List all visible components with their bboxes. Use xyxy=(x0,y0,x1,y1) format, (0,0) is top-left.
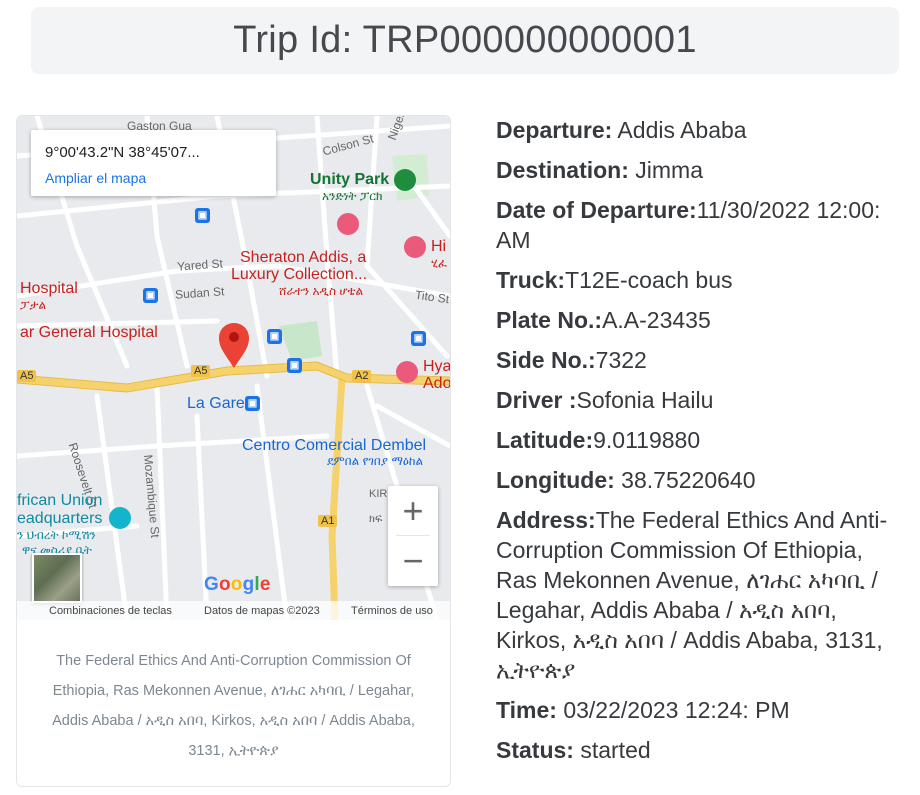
poi-hyatt-line2[interactable]: Ado xyxy=(423,375,450,393)
detail-driver: Driver :Sofonia Hailu xyxy=(496,385,906,415)
detail-date-of-departure: Date of Departure:11/30/2022 12:00: AM xyxy=(496,195,906,255)
area-label-kir-am: ክፍ xyxy=(369,513,383,525)
terms-of-use-link[interactable]: Términos de uso xyxy=(351,605,433,617)
status-label: Status: xyxy=(496,737,574,763)
route-shield-a2: A2 xyxy=(352,370,372,382)
poi-la-gare[interactable]: La Gare xyxy=(187,395,245,413)
departure-value: Addis Ababa xyxy=(612,117,747,143)
latitude-value: 9.0119880 xyxy=(593,427,701,453)
address-value: The Federal Ethics And Anti-Corruption C… xyxy=(496,507,888,683)
detail-latitude: Latitude:9.0119880 xyxy=(496,425,906,455)
zoom-control: + − xyxy=(388,486,438,586)
trip-id-title: Trip Id: TRP000000000001 xyxy=(233,19,697,61)
poi-sheraton-am: ሸራተን አዲስ ሆቴል xyxy=(279,284,364,298)
card-address-text: The Federal Ethics And Anti-Corruption C… xyxy=(52,653,415,759)
bus-stop-icon[interactable]: ▣ xyxy=(245,396,260,411)
departure-label: Departure: xyxy=(496,117,613,143)
bus-stop-icon[interactable]: ▣ xyxy=(287,358,302,373)
poi-unity-park[interactable]: Unity Park xyxy=(310,171,389,189)
poi-african-union-am1: ን ህብረት ኮሚሽን xyxy=(17,528,96,542)
map-card: Gaston Gua Colson St Niger Unity Park አን… xyxy=(16,115,451,787)
truck-value: T12E-coach bus xyxy=(565,267,733,293)
detail-departure: Departure: Addis Ababa xyxy=(496,115,906,145)
plate-value: A.A-23435 xyxy=(602,307,711,333)
detail-side: Side No.:7322 xyxy=(496,345,906,375)
detail-plate: Plate No.:A.A-23435 xyxy=(496,305,906,335)
route-shield-a5-left: A5 xyxy=(17,370,37,382)
keyboard-shortcuts-link[interactable]: Combinaciones de teclas xyxy=(49,605,172,617)
status-value: started xyxy=(573,737,651,763)
enlarge-map-link[interactable]: Ampliar el mapa xyxy=(45,170,146,186)
time-label: Time: xyxy=(496,697,557,723)
poi-general-hospital[interactable]: ar General Hospital xyxy=(20,324,158,342)
route-shield-a1: A1 xyxy=(318,515,338,527)
bus-stop-icon[interactable]: ▣ xyxy=(195,208,210,223)
poi-centro-comercial-am: ደምበል የገበያ ማዕከል xyxy=(327,454,424,468)
google-logo: Google xyxy=(204,574,271,595)
driver-value: Sofonia Hailu xyxy=(576,387,714,413)
map-data-attribution: Datos de mapas ©2023 xyxy=(204,605,320,617)
detail-status: Status: started xyxy=(496,735,906,765)
area-label-kir: KIR xyxy=(369,488,388,500)
longitude-value: 38.75220640 xyxy=(614,467,756,493)
detail-time: Time: 03/22/2023 12:24: PM xyxy=(496,695,906,725)
latitude-label: Latitude: xyxy=(496,427,594,453)
poi-hospital[interactable]: Hospital xyxy=(20,280,78,298)
driver-label: Driver : xyxy=(496,387,577,413)
detail-address: Address:The Federal Ethics And Anti-Corr… xyxy=(496,505,906,685)
detail-truck: Truck:T12E-coach bus xyxy=(496,265,906,295)
detail-destination: Destination: Jimma xyxy=(496,155,906,185)
date-label: Date of Departure: xyxy=(496,197,697,223)
poi-african-union-line1[interactable]: frican Union xyxy=(17,492,102,510)
plate-label: Plate No.: xyxy=(496,307,603,333)
destination-label: Destination: xyxy=(496,157,629,183)
address-label: Address: xyxy=(496,507,596,533)
poi-hi[interactable]: Hi xyxy=(431,238,446,256)
side-label: Side No.: xyxy=(496,347,596,373)
poi-hi-am: ሂፈ xyxy=(431,256,447,270)
truck-label: Truck: xyxy=(496,267,566,293)
zoom-out-button[interactable]: − xyxy=(388,536,438,585)
bus-stop-icon[interactable]: ▣ xyxy=(143,288,158,303)
detail-longitude: Longitude: 38.75220640 xyxy=(496,465,906,495)
google-map[interactable]: Gaston Gua Colson St Niger Unity Park አን… xyxy=(17,116,450,620)
trip-header: Trip Id: TRP000000000001 xyxy=(31,7,899,74)
longitude-label: Longitude: xyxy=(496,467,615,493)
map-info-box: 9°00'43.2"N 38°45'07... Ampliar el mapa xyxy=(31,130,276,196)
poi-centro-comercial[interactable]: Centro Comercial Dembel xyxy=(242,437,426,455)
map-coordinates: 9°00'43.2"N 38°45'07... xyxy=(45,144,200,161)
map-attribution-bar: Combinaciones de teclas Datos de mapas ©… xyxy=(17,601,450,620)
poi-hospital-am: ፓታል xyxy=(20,298,47,312)
poi-sheraton-line1[interactable]: Sheraton Addis, a xyxy=(240,249,366,267)
satellite-layer-toggle[interactable] xyxy=(32,553,82,603)
side-value: 7322 xyxy=(595,347,647,373)
trip-details: Departure: Addis Ababa Destination: Jimm… xyxy=(496,115,906,775)
time-value: 03/22/2023 12:24: PM xyxy=(556,697,790,723)
bus-stop-icon[interactable]: ▣ xyxy=(411,331,426,346)
poi-hyatt[interactable]: Hya xyxy=(423,358,450,376)
poi-african-union-line2[interactable]: eadquarters xyxy=(17,510,102,528)
destination-value: Jimma xyxy=(628,157,704,183)
zoom-in-button[interactable]: + xyxy=(388,486,438,535)
route-shield-a5: A5 xyxy=(191,365,211,377)
poi-unity-park-am: አንድነት ፓርክ xyxy=(322,189,383,203)
bus-stop-icon[interactable]: ▣ xyxy=(267,329,282,344)
poi-sheraton-line2[interactable]: Luxury Collection... xyxy=(231,266,367,284)
